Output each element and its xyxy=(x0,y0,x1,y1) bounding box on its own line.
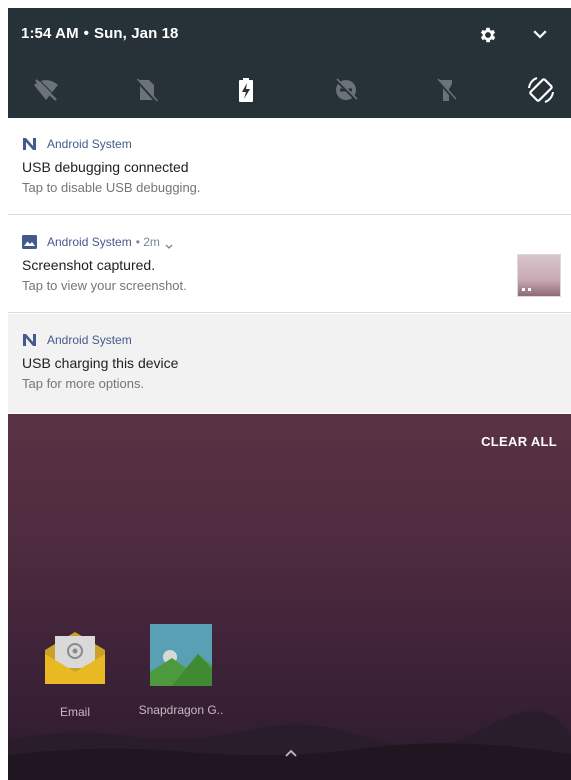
notification-time: • 2m xyxy=(135,235,160,249)
wifi-off-icon xyxy=(34,78,58,101)
do-not-disturb-off-icon xyxy=(335,78,358,101)
wallpaper-hills xyxy=(8,711,571,780)
email-app-icon xyxy=(45,632,105,684)
android-n-icon xyxy=(22,333,37,347)
notification-title: Screenshot captured. xyxy=(22,257,156,273)
notification-header: Android System xyxy=(22,332,132,348)
clock-date-text: Sun, Jan 18 xyxy=(94,25,179,42)
image-icon xyxy=(22,235,37,249)
settings-button[interactable] xyxy=(478,25,498,45)
quick-settings-tiles xyxy=(8,74,571,110)
notification-text: Tap to disable USB debugging. xyxy=(22,180,201,195)
notification-usb-debugging[interactable]: Android System USB debugging connected T… xyxy=(8,118,571,215)
home-screen-wallpaper: CLEAR ALL Email Snapdragon G.. xyxy=(8,414,571,780)
notification-usb-charging[interactable]: Android System USB charging this device … xyxy=(8,314,571,413)
android-n-icon xyxy=(22,137,37,151)
auto-rotate-icon xyxy=(528,77,554,103)
clock-time: 1:54 AM xyxy=(21,25,79,42)
clock-separator: • xyxy=(83,25,90,42)
all-apps-arrow[interactable] xyxy=(284,745,298,757)
chevron-down-icon[interactable] xyxy=(165,239,173,249)
notification-text: Tap to view your screenshot. xyxy=(22,278,187,293)
notification-text: Tap for more options. xyxy=(22,376,145,391)
notification-screenshot[interactable]: Android System • 2m Screenshot captured.… xyxy=(8,216,571,313)
tile-sim[interactable] xyxy=(130,74,162,106)
notification-app-name: Android System xyxy=(47,333,132,347)
gear-icon xyxy=(480,27,496,43)
gallery-app-icon xyxy=(150,624,212,686)
no-sim-icon xyxy=(135,78,159,103)
chevron-up-icon xyxy=(285,749,297,757)
tile-do-not-disturb[interactable] xyxy=(330,74,362,106)
flashlight-off-icon xyxy=(436,78,457,101)
clock-date: 1:54 AM • Sun, Jan 18 xyxy=(21,25,179,42)
quick-settings-panel: 1:54 AM • Sun, Jan 18 xyxy=(8,8,571,118)
screenshot-thumbnail xyxy=(517,254,561,297)
tile-wifi[interactable] xyxy=(30,74,62,106)
status-row: 1:54 AM • Sun, Jan 18 xyxy=(8,8,571,60)
notification-title: USB charging this device xyxy=(22,355,179,371)
clear-all-button[interactable]: CLEAR ALL xyxy=(481,434,557,449)
tile-auto-rotate[interactable] xyxy=(525,74,557,106)
notification-app-name: Android System xyxy=(47,235,132,249)
notification-header: Android System xyxy=(22,136,132,152)
notification-header: Android System • 2m xyxy=(22,234,173,250)
tile-flashlight[interactable] xyxy=(430,74,462,106)
notification-title: USB debugging connected xyxy=(22,159,189,175)
notification-app-name: Android System xyxy=(47,137,132,151)
battery-charging-icon xyxy=(239,78,253,102)
tile-battery[interactable] xyxy=(230,74,262,106)
expand-button[interactable] xyxy=(532,28,548,42)
chevron-down-icon xyxy=(533,30,547,39)
